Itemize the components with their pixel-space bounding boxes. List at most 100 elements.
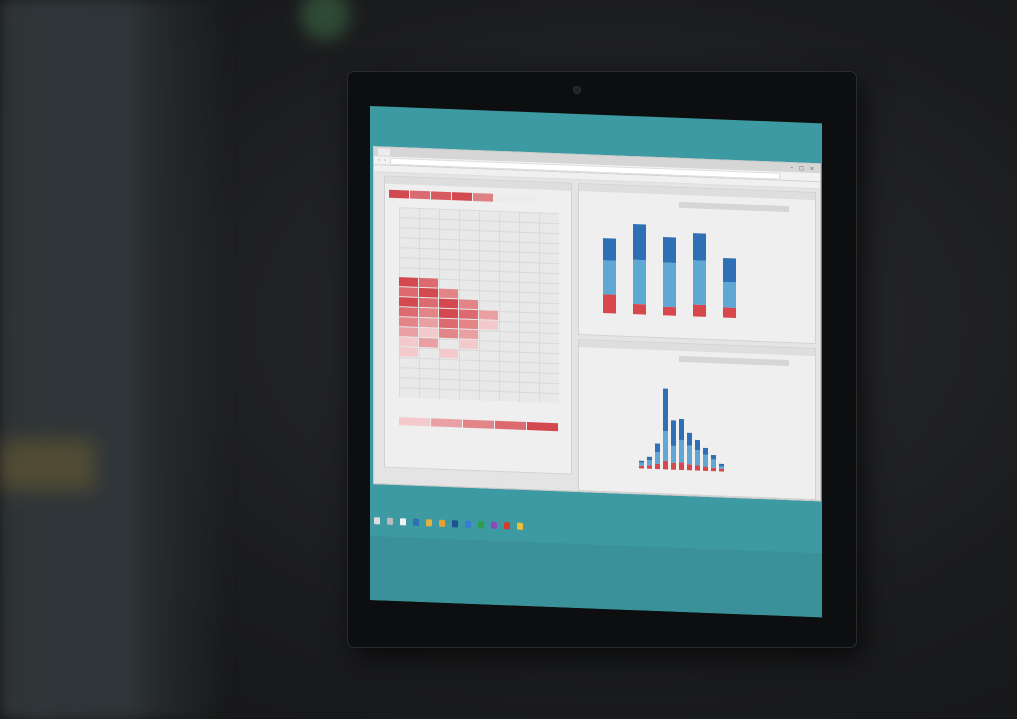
bar-segment-red bbox=[687, 464, 692, 471]
bar-segment-red bbox=[679, 462, 684, 471]
bar-segment-light bbox=[703, 454, 708, 467]
heatmap-panel bbox=[384, 175, 572, 475]
bar-segment-red bbox=[695, 465, 700, 471]
maximize-icon[interactable]: □ bbox=[799, 165, 804, 171]
heatmap-cell bbox=[419, 337, 438, 348]
heatmap-cell bbox=[399, 287, 418, 297]
heatmap-cell bbox=[479, 310, 498, 320]
bar-segment-light bbox=[647, 460, 652, 466]
bar-segment-light bbox=[671, 445, 676, 463]
browser-window: – □ × ‹ › bbox=[373, 146, 821, 502]
taskbar-app-icon[interactable] bbox=[504, 521, 510, 529]
bar-segment-dark bbox=[703, 447, 708, 455]
start-icon[interactable] bbox=[374, 516, 380, 524]
heatmap-cell bbox=[439, 318, 458, 329]
bar-segment-light bbox=[679, 440, 684, 463]
bar-segment-red bbox=[663, 306, 676, 316]
heatmap-cell bbox=[399, 317, 418, 327]
heatmap-cell bbox=[419, 307, 438, 318]
histogram-panel bbox=[578, 338, 816, 501]
bar-segment-light bbox=[687, 445, 692, 465]
heatmap-cell bbox=[439, 328, 458, 339]
bar-segment-red bbox=[693, 304, 706, 317]
bar-segment-red bbox=[703, 466, 708, 471]
stacked-bar-panel bbox=[578, 182, 816, 345]
heatmap-cell bbox=[459, 319, 478, 330]
bar-segment-light bbox=[723, 281, 736, 308]
taskbar-app-icon[interactable] bbox=[517, 522, 523, 530]
camera-icon bbox=[573, 86, 581, 94]
wall-tablet: – □ × ‹ › bbox=[0, 0, 1017, 719]
heatmap-cell bbox=[399, 347, 418, 357]
bar-segment-light bbox=[663, 431, 668, 461]
bar-segment-red bbox=[603, 294, 616, 314]
heatmap-cell bbox=[459, 299, 478, 310]
heatmap-cell bbox=[419, 327, 438, 338]
heatmap-cell bbox=[399, 327, 418, 337]
minimize-icon[interactable]: – bbox=[791, 165, 794, 171]
browser-tab[interactable] bbox=[378, 148, 390, 156]
bar-segment-dark bbox=[687, 432, 692, 446]
bar-segment-red bbox=[719, 468, 724, 472]
heatmap-cell bbox=[419, 287, 438, 298]
bar-segment-dark bbox=[671, 420, 676, 446]
heatmap-grid bbox=[399, 207, 559, 404]
heatmap-cell bbox=[459, 339, 478, 350]
bar-segment-red bbox=[711, 467, 716, 472]
bar-segment-dark bbox=[655, 443, 660, 453]
bar-segment-dark bbox=[647, 456, 652, 461]
taskbar-app-icon[interactable] bbox=[465, 520, 471, 528]
stacked-bar-chart bbox=[603, 224, 736, 319]
bar-segment-light bbox=[711, 459, 716, 468]
bar-segment-dark bbox=[711, 454, 716, 460]
taskbar-app-icon[interactable] bbox=[387, 517, 393, 525]
bar-segment-dark bbox=[633, 224, 646, 261]
bar-segment-light bbox=[639, 462, 644, 466]
forward-icon[interactable]: › bbox=[384, 158, 386, 164]
heatmap-cell bbox=[439, 298, 458, 309]
back-icon[interactable]: ‹ bbox=[378, 157, 380, 163]
bar-segment-light bbox=[603, 260, 616, 295]
bar-segment-red bbox=[655, 463, 660, 470]
heatmap-cell bbox=[459, 329, 478, 340]
heatmap-cell bbox=[439, 348, 458, 359]
heatmap-cell bbox=[439, 308, 458, 319]
window-controls: – □ × bbox=[791, 165, 820, 172]
tablet-screen: – □ × ‹ › bbox=[370, 106, 822, 618]
bar-segment-light bbox=[633, 259, 646, 305]
taskbar-app-icon[interactable] bbox=[452, 519, 458, 527]
taskbar-app-icon[interactable] bbox=[400, 517, 406, 525]
bar-segment-red bbox=[647, 465, 652, 469]
heatmap-cell bbox=[459, 309, 478, 320]
taskbar-app-icon[interactable] bbox=[478, 520, 484, 528]
bar-segment-light bbox=[693, 260, 706, 306]
heatmap-cell bbox=[399, 337, 418, 347]
bar-segment-light bbox=[719, 466, 724, 470]
heatmap-cell bbox=[399, 277, 418, 287]
heatmap-cell bbox=[399, 297, 418, 307]
bar-segment-dark bbox=[695, 439, 700, 451]
bar-segment-light bbox=[695, 450, 700, 466]
bar-segment-dark bbox=[639, 460, 644, 463]
bar-segment-dark bbox=[719, 463, 724, 467]
bar-segment-red bbox=[671, 462, 676, 470]
bar-segment-dark bbox=[663, 388, 668, 432]
heatmap-cell bbox=[399, 307, 418, 317]
bar-segment-dark bbox=[723, 258, 736, 283]
bar-segment-light bbox=[655, 451, 660, 465]
taskbar-app-icon[interactable] bbox=[439, 519, 445, 527]
taskbar-app-icon[interactable] bbox=[426, 518, 432, 526]
bar-segment-red bbox=[663, 460, 668, 470]
bar-segment-dark bbox=[663, 237, 676, 264]
bar-segment-red bbox=[633, 303, 646, 315]
heatmap-summary-row bbox=[389, 189, 535, 204]
bar-segment-red bbox=[639, 465, 644, 469]
taskbar-app-icon[interactable] bbox=[413, 518, 419, 526]
heatmap-legend-row bbox=[399, 417, 558, 432]
bar-segment-dark bbox=[679, 418, 684, 441]
taskbar-app-icon[interactable] bbox=[491, 521, 497, 529]
close-icon[interactable]: × bbox=[810, 165, 814, 171]
heatmap-cell bbox=[419, 297, 438, 308]
bar-segment-light bbox=[663, 262, 676, 308]
bar-segment-dark bbox=[693, 233, 706, 261]
